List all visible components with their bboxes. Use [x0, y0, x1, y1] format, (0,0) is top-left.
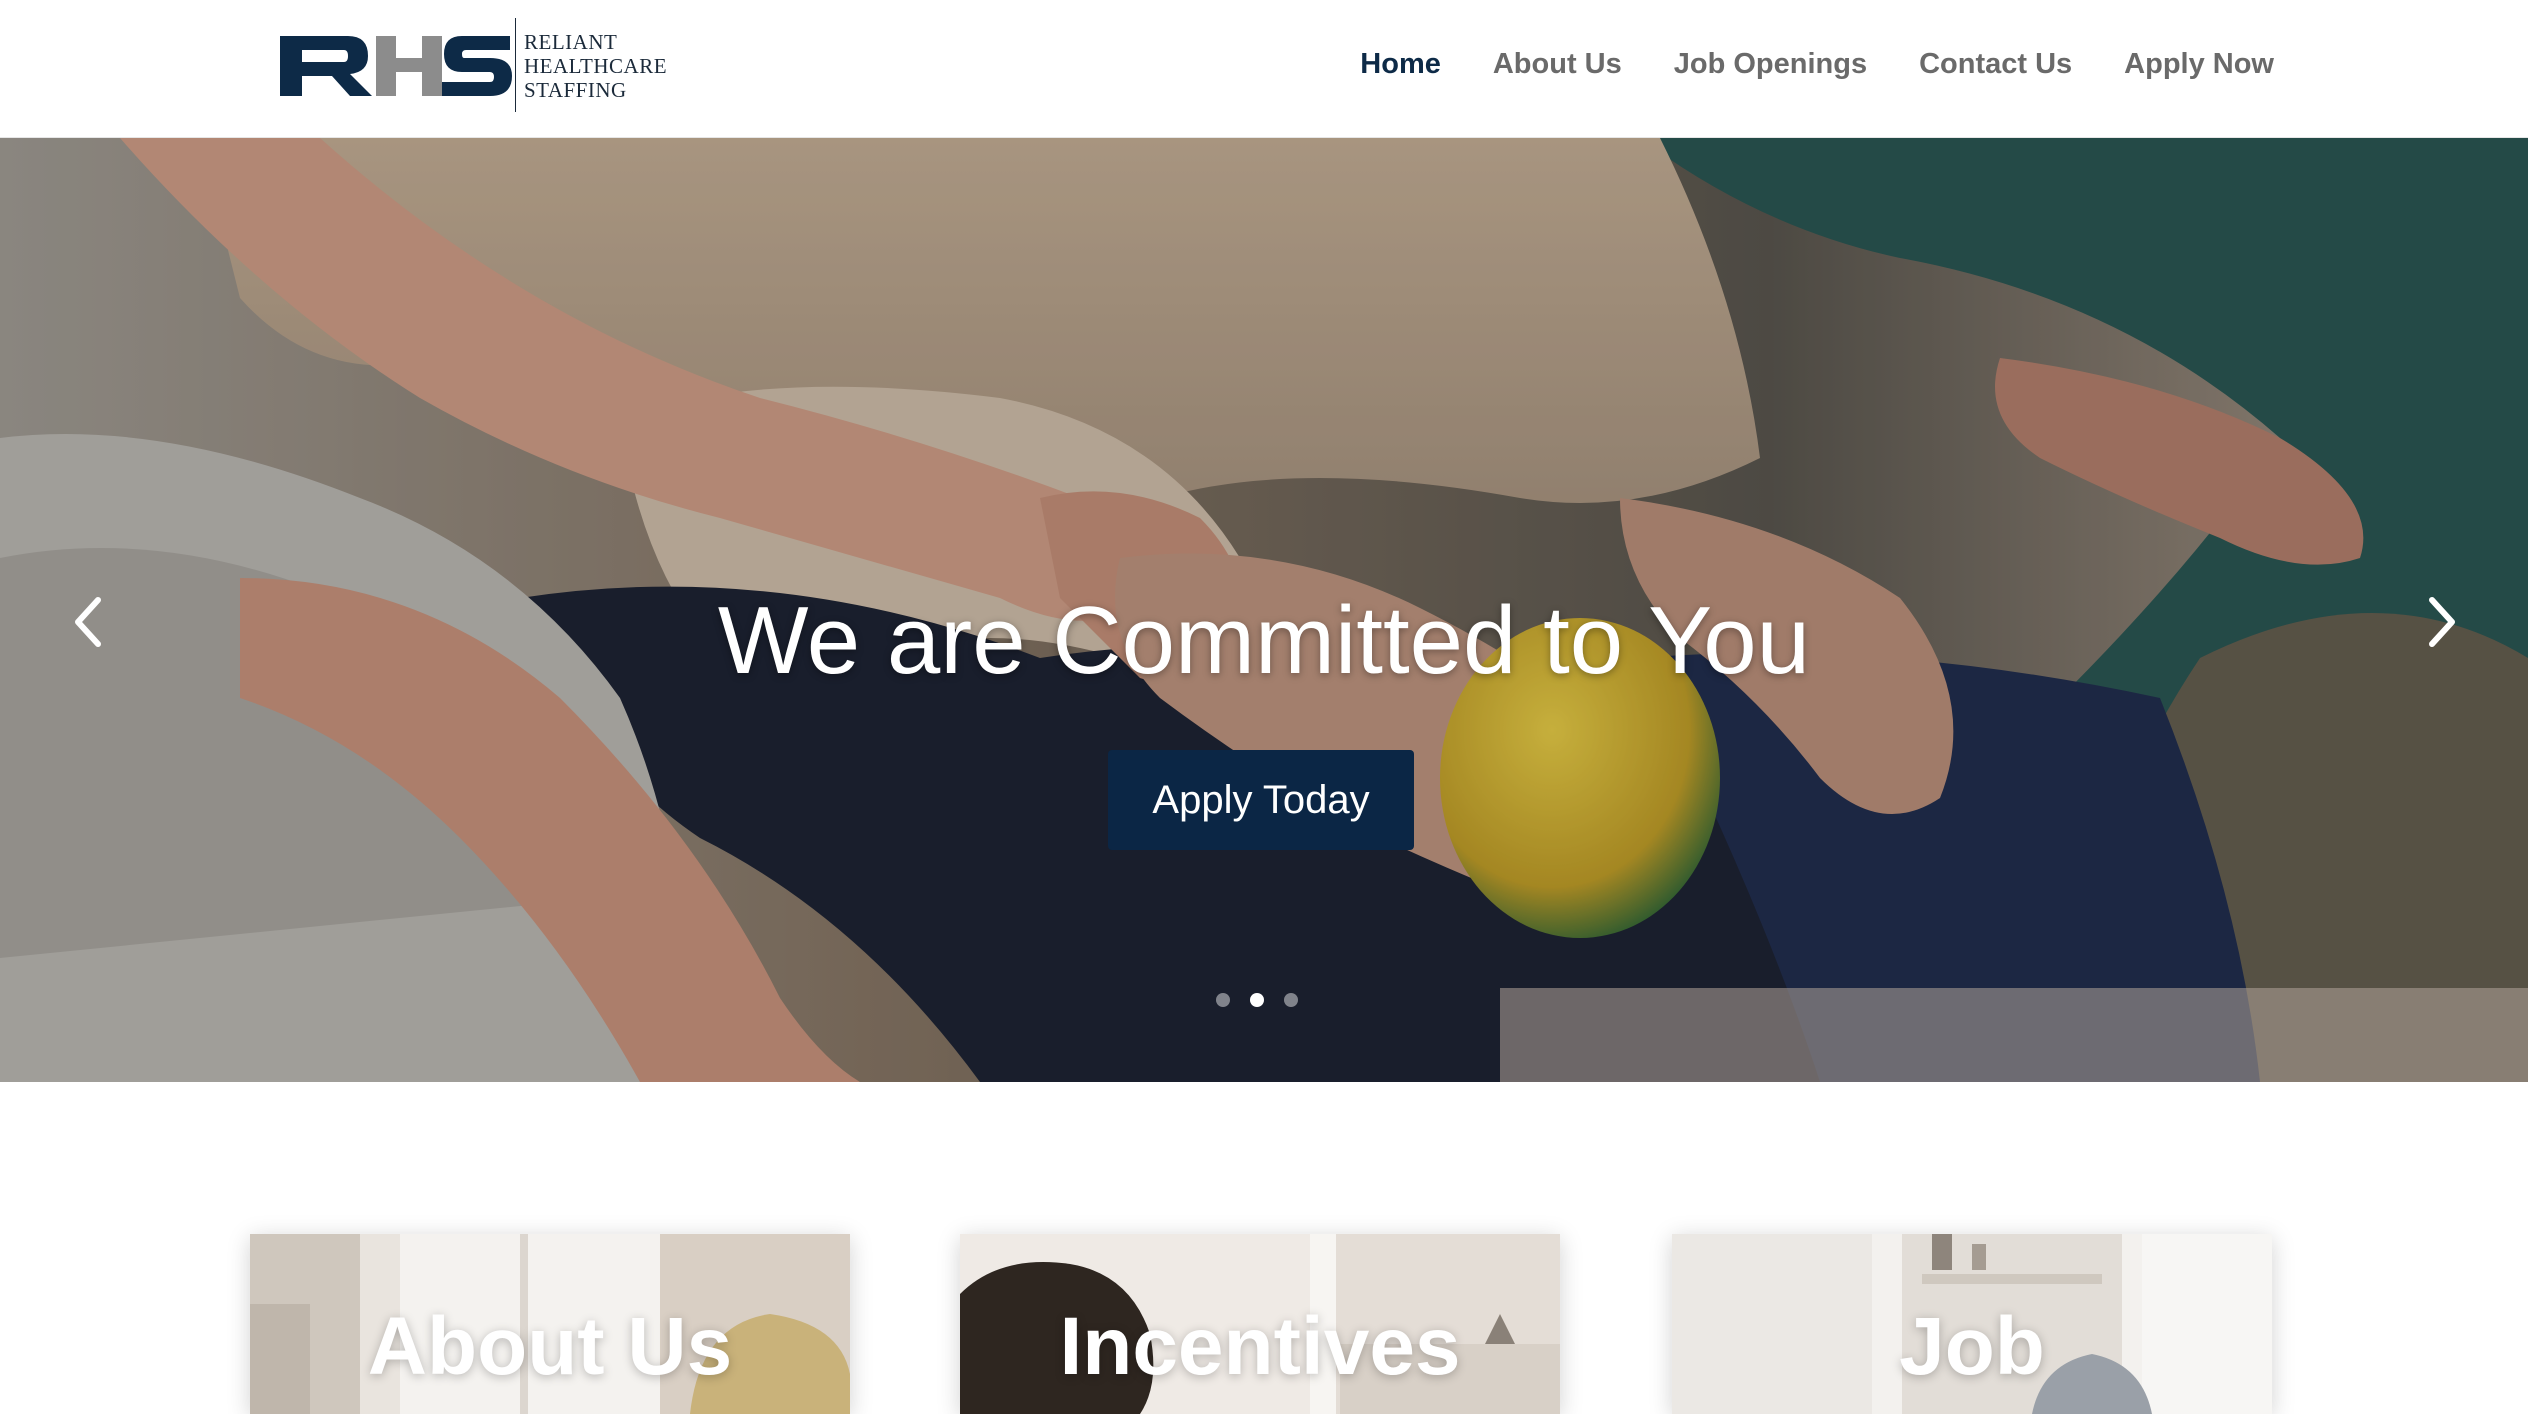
main-nav: Home About Us Job Openings Contact Us Ap…: [1360, 48, 2274, 81]
slider-dots: [1216, 993, 1298, 1007]
brand-name-line: STAFFING: [524, 78, 627, 102]
hero-title: We are Committed to You: [717, 587, 1811, 694]
brand-name-line: RELIANT: [524, 30, 618, 54]
site-logo[interactable]: RELIANT HEALTHCARE STAFFING: [276, 16, 676, 116]
card-incentives[interactable]: Incentives: [960, 1234, 1560, 1414]
nav-apply-now[interactable]: Apply Now: [2124, 48, 2274, 81]
card-about-us[interactable]: About Us: [250, 1234, 850, 1414]
nav-contact-us[interactable]: Contact Us: [1919, 48, 2072, 81]
site-header: RELIANT HEALTHCARE STAFFING Home About U…: [0, 0, 2528, 138]
slider-dot-1[interactable]: [1216, 993, 1230, 1007]
nav-home[interactable]: Home: [1360, 48, 1441, 81]
card-job[interactable]: Job: [1672, 1234, 2272, 1414]
feature-cards: About Us Incentives Job: [0, 1082, 2528, 1414]
slider-dot-3[interactable]: [1284, 993, 1298, 1007]
nav-job-openings[interactable]: Job Openings: [1674, 48, 1867, 81]
nav-about-us[interactable]: About Us: [1493, 48, 1622, 81]
hero-slider: We are Committed to You Apply Today: [0, 138, 2528, 1082]
card-title: Job: [1899, 1301, 2045, 1392]
card-title: Incentives: [1059, 1301, 1461, 1392]
apply-today-button[interactable]: Apply Today: [1108, 750, 1414, 850]
card-title: About Us: [367, 1301, 733, 1392]
rhs-monogram-icon: [280, 18, 516, 112]
slider-dot-2[interactable]: [1250, 993, 1264, 1007]
brand-name: RELIANT HEALTHCARE STAFFING: [524, 30, 667, 102]
brand-name-line: HEALTHCARE: [524, 54, 668, 78]
